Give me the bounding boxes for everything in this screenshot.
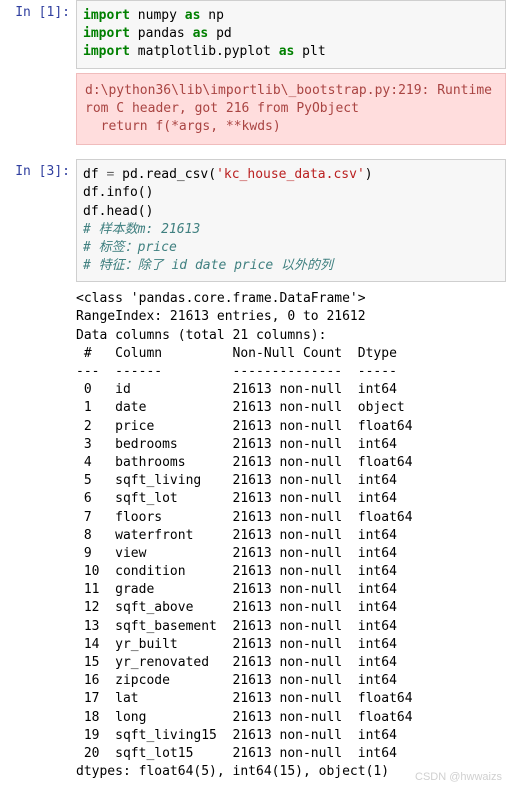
alias-name: pd: [208, 26, 231, 41]
output-row: 19 sqft_living15 21613 non-null int64: [76, 728, 413, 743]
module-name: matplotlib.pyplot: [130, 44, 279, 59]
output-line: <class 'pandas.core.frame.DataFrame'>: [76, 291, 366, 306]
input-cell-1: In [1]: import numpy as np import pandas…: [0, 0, 506, 69]
output-dashline: --- ------ -------------- -----: [76, 364, 413, 379]
stdout-output: <class 'pandas.core.frame.DataFrame'> Ra…: [76, 286, 506, 785]
string-literal: 'kc_house_data.csv': [216, 167, 365, 182]
output-line: Data columns (total 21 columns):: [76, 328, 326, 343]
output-row: 15 yr_renovated 21613 non-null int64: [76, 655, 413, 670]
watermark: CSDN @hwwaizs: [415, 770, 502, 785]
output-row: 3 bedrooms 21613 non-null int64: [76, 437, 413, 452]
warning-line: rom C header, got 216 from PyObject: [85, 101, 359, 116]
output-row: 6 sqft_lot 21613 non-null int64: [76, 491, 413, 506]
output-row: 9 view 21613 non-null int64: [76, 546, 413, 561]
code-area-3[interactable]: df = pd.read_csv('kc_house_data.csv') df…: [76, 159, 506, 282]
output-row: 2 price 21613 non-null float64: [76, 419, 413, 434]
code-text: ): [365, 167, 373, 182]
output-row: 11 grade 21613 non-null int64: [76, 582, 413, 597]
code-comment: # 特征：除了 id date price 以外的列: [83, 258, 333, 273]
output-row: 13 sqft_basement 21613 non-null int64: [76, 619, 413, 634]
keyword-import: import: [83, 44, 130, 59]
warning-line: d:\python36\lib\importlib\_bootstrap.py:…: [85, 83, 492, 98]
alias-name: np: [200, 8, 223, 23]
alias-name: plt: [294, 44, 325, 59]
output-row: 16 zipcode 21613 non-null int64: [76, 673, 413, 688]
keyword-import: import: [83, 8, 130, 23]
code-text: df.head(): [83, 204, 153, 219]
code-area-1[interactable]: import numpy as np import pandas as pd i…: [76, 0, 506, 69]
keyword-as: as: [279, 44, 295, 59]
output-line: RangeIndex: 21613 entries, 0 to 21612: [76, 309, 366, 324]
keyword-as: as: [193, 26, 209, 41]
output-row: 0 id 21613 non-null int64: [76, 382, 413, 397]
output-row: 5 sqft_living 21613 non-null int64: [76, 473, 413, 488]
warning-line: return f(*args, **kwds): [85, 119, 281, 134]
keyword-as: as: [185, 8, 201, 23]
code-text: pd.read_csv(: [114, 167, 216, 182]
prompt-in-3: In [3]:: [0, 159, 76, 181]
output-row: 12 sqft_above 21613 non-null int64: [76, 600, 413, 615]
output-row: 14 yr_built 21613 non-null int64: [76, 637, 413, 652]
output-footer: dtypes: float64(5), int64(15), object(1): [76, 764, 389, 779]
output-row: 4 bathrooms 21613 non-null float64: [76, 455, 413, 470]
code-text: df.info(): [83, 185, 153, 200]
output-row: 10 condition 21613 non-null int64: [76, 564, 413, 579]
output-colhead: # Column Non-Null Count Dtype: [76, 346, 413, 361]
keyword-import: import: [83, 26, 130, 41]
code-comment: # 样本数m: 21613: [83, 222, 200, 237]
output-row: 7 floors 21613 non-null float64: [76, 510, 413, 525]
code-comment: # 标签：price: [83, 240, 177, 255]
output-row: 20 sqft_lot15 21613 non-null int64: [76, 746, 413, 761]
code-text: df: [83, 167, 106, 182]
input-cell-3: In [3]: df = pd.read_csv('kc_house_data.…: [0, 159, 506, 282]
output-row: 1 date 21613 non-null object: [76, 400, 413, 415]
stderr-warning: d:\python36\lib\importlib\_bootstrap.py:…: [76, 73, 506, 146]
prompt-in-1: In [1]:: [0, 0, 76, 22]
output-row: 17 lat 21613 non-null float64: [76, 691, 413, 706]
module-name: numpy: [130, 8, 185, 23]
output-row: 8 waterfront 21613 non-null int64: [76, 528, 413, 543]
output-row: 18 long 21613 non-null float64: [76, 710, 413, 725]
module-name: pandas: [130, 26, 193, 41]
